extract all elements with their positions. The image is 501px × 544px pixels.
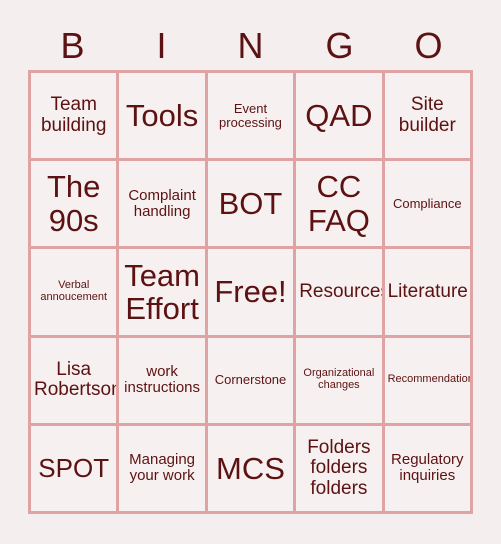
bingo-cell[interactable]: Complaint handling <box>119 161 205 247</box>
bingo-cell-label: Site builder <box>398 94 456 136</box>
header-letter-n: N <box>237 25 264 66</box>
bingo-cell-label: QAD <box>305 97 373 133</box>
bingo-cell-label: Event processing <box>219 100 282 130</box>
bingo-cell-label: Organizational changes <box>303 367 375 392</box>
bingo-cell[interactable]: CC FAQ <box>296 161 382 247</box>
bingo-cell-label: SPOT <box>38 453 110 484</box>
bingo-cell-label: BOT <box>218 186 283 222</box>
bingo-cell[interactable]: Regulatory inquiries <box>384 425 470 511</box>
bingo-cell[interactable]: Recommendations <box>384 337 470 423</box>
bingo-cell[interactable]: Resources <box>296 249 382 335</box>
bingo-cell-label: The 90s <box>46 169 101 238</box>
header-letter-o: O <box>414 25 443 66</box>
bingo-cell[interactable]: QAD <box>296 73 382 159</box>
bingo-cell[interactable]: Folders folders folders <box>296 425 382 511</box>
bingo-cell-label: Tools <box>125 97 199 133</box>
bingo-cell[interactable]: Organizational changes <box>296 337 382 423</box>
bingo-cell-label: Folders folders folders <box>307 436 371 499</box>
bingo-cell-label: Free! <box>214 274 287 310</box>
bingo-cell-label: Team building <box>40 94 107 136</box>
bingo-cell[interactable]: Site builder <box>384 73 470 159</box>
bingo-cell[interactable]: The 90s <box>31 161 117 247</box>
bingo-cell-label: Cornerstone <box>214 372 287 388</box>
bingo-cell-label: Resources <box>299 280 382 302</box>
bingo-cell[interactable]: Compliance <box>384 161 470 247</box>
bingo-cell[interactable]: work instructions <box>119 337 205 423</box>
bingo-cell[interactable]: BOT <box>207 161 294 247</box>
bingo-cell-label: Lisa Robertson <box>34 358 117 401</box>
bingo-cell[interactable]: Event processing <box>207 73 294 159</box>
header-letter-b: B <box>60 25 85 66</box>
bingo-card: B I N G O Team building Tools Event proces… <box>0 0 501 544</box>
bingo-grid: Team building Tools Event processing QAD Sit… <box>28 70 473 514</box>
bingo-header: B I N G O <box>28 22 473 70</box>
bingo-cell[interactable]: Cornerstone <box>207 337 294 423</box>
bingo-cell-label: Managing your work <box>129 451 196 485</box>
bingo-cell[interactable]: Team Effort <box>119 249 205 335</box>
bingo-cell-label: Compliance <box>392 195 462 211</box>
bingo-cell-label: Literature <box>387 280 468 302</box>
bingo-cell-label: Verbal annoucement <box>40 279 108 303</box>
bingo-cell-label: Regulatory inquiries <box>391 451 464 485</box>
bingo-cell-label: MCS <box>216 450 285 486</box>
bingo-cell[interactable]: Free! <box>207 249 294 335</box>
bingo-cell[interactable]: Lisa Robertson <box>31 337 117 423</box>
bingo-cell[interactable]: Verbal annoucement <box>31 249 117 335</box>
header-letter-i: I <box>156 25 167 66</box>
bingo-cell[interactable]: Team building <box>31 73 117 159</box>
bingo-cell-label: work instructions <box>124 363 201 397</box>
bingo-cell[interactable]: Managing your work <box>119 425 205 511</box>
bingo-cell[interactable]: Tools <box>119 73 205 159</box>
bingo-cell-label: Recommendations <box>387 373 470 386</box>
bingo-cell-label: Complaint handling <box>128 186 196 220</box>
header-letter-g: G <box>325 25 354 66</box>
bingo-cell[interactable]: SPOT <box>31 425 117 511</box>
bingo-cell-label: CC FAQ <box>307 169 370 238</box>
bingo-cell[interactable]: MCS <box>207 425 294 511</box>
bingo-cell[interactable]: Literature <box>384 249 470 335</box>
bingo-cell-label: Team Effort <box>124 257 200 326</box>
